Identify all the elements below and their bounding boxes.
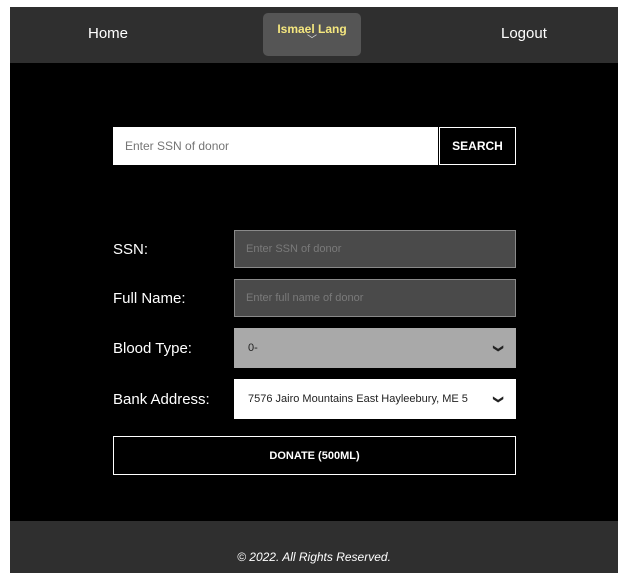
navbar: Home Ismael Lang ﹀ Logout (10, 7, 618, 63)
bank-address-value: 7576 Jairo Mountains East Hayleebury, ME… (248, 393, 468, 405)
donate-button[interactable]: DONATE (500ML) (113, 436, 516, 475)
app-frame: Home Ismael Lang ﹀ Logout SEARCH SSN: Fu… (10, 7, 618, 573)
copyright-text: © 2022. All Rights Reserved. (237, 550, 391, 564)
footer: © 2022. All Rights Reserved. (10, 521, 618, 573)
ssn-label: SSN: (113, 241, 149, 258)
bank-address-select[interactable]: 7576 Jairo Mountains East Hayleebury, ME… (234, 379, 516, 419)
chevron-down-icon: ﹀ (307, 35, 317, 46)
chevron-down-icon: ❯ (492, 343, 504, 353)
chevron-down-icon: ❯ (492, 394, 504, 404)
blood-type-label: Blood Type: (113, 340, 192, 357)
bank-address-label: Bank Address: (113, 391, 210, 408)
nav-logout-link[interactable]: Logout (501, 25, 547, 42)
blood-type-select[interactable]: 0- ❯ (234, 328, 516, 368)
nav-home-link[interactable]: Home (88, 25, 128, 42)
full-name-label: Full Name: (113, 290, 186, 307)
search-input[interactable] (113, 127, 438, 165)
ssn-field[interactable] (234, 230, 516, 268)
full-name-field[interactable] (234, 279, 516, 317)
user-menu-button[interactable]: Ismael Lang ﹀ (263, 13, 361, 56)
blood-type-value: 0- (248, 342, 258, 354)
search-button[interactable]: SEARCH (439, 127, 516, 165)
